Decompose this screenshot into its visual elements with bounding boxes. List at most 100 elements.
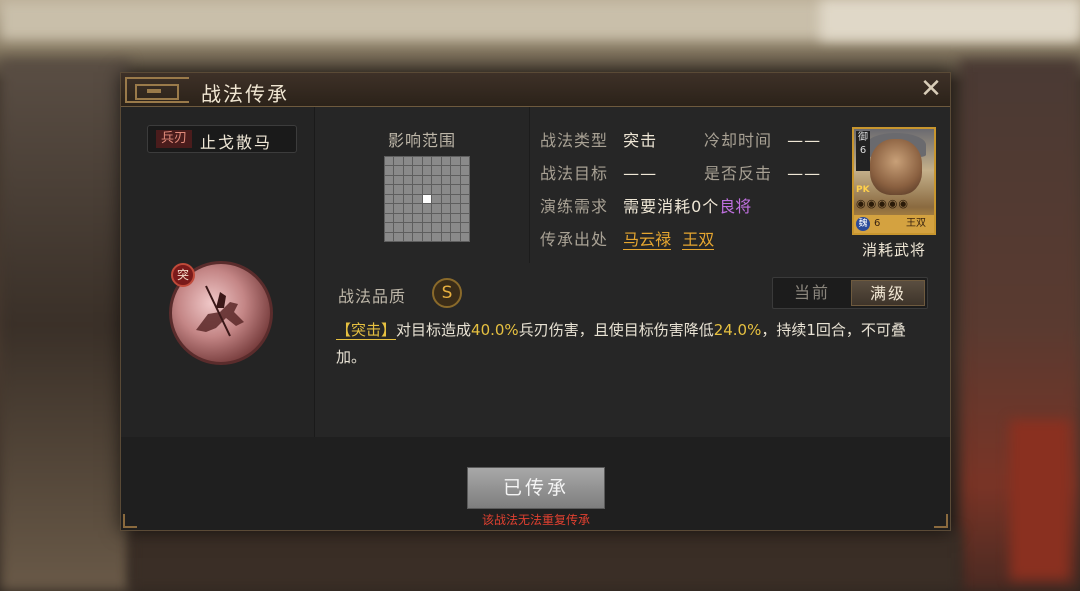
toggle-current[interactable]: 当前: [775, 280, 849, 306]
faction-badge: 魏: [856, 217, 870, 231]
range-cell: [460, 166, 469, 175]
range-cell: [394, 157, 403, 166]
source-general-1[interactable]: 马云禄: [623, 230, 672, 250]
skill-name-box: 兵刃 止戈散马: [147, 125, 297, 153]
type-value: 突击: [623, 131, 658, 150]
counter-key: 是否反击: [704, 164, 773, 183]
range-cell: [422, 232, 432, 241]
general-level: 6: [874, 218, 881, 229]
range-cell: [451, 157, 460, 166]
range-cell: [385, 185, 394, 194]
range-cell: [403, 157, 413, 166]
range-grid: [384, 156, 470, 242]
range-cell: [441, 157, 451, 166]
range-cell: [441, 204, 451, 213]
range-cell: [460, 213, 469, 223]
range-cell: [403, 175, 413, 185]
range-cell: [385, 232, 394, 241]
range-cell: [403, 194, 413, 204]
background-right-banner: [1010, 420, 1070, 580]
range-target-cell: [422, 194, 432, 204]
range-cell: [394, 175, 403, 185]
range-cell: [403, 166, 413, 175]
range-cell: [460, 204, 469, 213]
range-cell: [451, 223, 460, 232]
type-key: 战法类型: [540, 131, 609, 150]
range-cell: [432, 204, 441, 213]
desc-part-1: 对目标造成: [396, 321, 472, 339]
range-cell: [403, 223, 413, 232]
range-cell: [441, 175, 451, 185]
range-cell: [422, 223, 432, 232]
range-cell: [441, 185, 451, 194]
info-row-cooldown: 冷却时间 ——: [704, 127, 821, 151]
range-cell: [403, 232, 413, 241]
range-cell: [441, 232, 451, 241]
range-cell: [413, 185, 422, 194]
range-cell: [451, 204, 460, 213]
corner-ornament-icon: [123, 514, 137, 528]
range-cell: [460, 223, 469, 232]
range-cell: [394, 204, 403, 213]
range-cell: [432, 157, 441, 166]
close-button[interactable]: ✕: [918, 76, 944, 103]
info-row-target: 战法目标 ——: [540, 160, 657, 184]
general-stars: ◉◉◉◉◉: [856, 197, 909, 210]
practice-highlight: 良将: [719, 197, 752, 216]
range-cell: [451, 185, 460, 194]
range-cell: [403, 185, 413, 194]
range-cell: [441, 223, 451, 232]
range-cell: [394, 166, 403, 175]
cooldown-key: 冷却时间: [704, 131, 773, 150]
range-cell: [460, 175, 469, 185]
range-cell: [432, 232, 441, 241]
range-panel: 影响范围: [316, 107, 528, 263]
desc-value-1: 40.0%: [471, 321, 519, 339]
range-cell: [385, 175, 394, 185]
weapon-type-tag: 兵刃: [156, 130, 192, 148]
counter-value: ——: [787, 164, 822, 183]
background-bottom: [130, 530, 960, 591]
corner-ornament-icon: [934, 514, 948, 528]
inherited-button[interactable]: 已传承: [467, 467, 605, 509]
range-cell: [451, 213, 460, 223]
source-general-2[interactable]: 王双: [682, 230, 715, 250]
skill-inherit-dialog: 战法传承 ✕ 兵刃 止戈散马 突 影响范围 战法类型 突击 冷却时间 —— 战法…: [120, 72, 951, 531]
toggle-max-level[interactable]: 满级: [851, 280, 925, 306]
dialog-footer: 已传承 该战法无法重复传承: [121, 437, 950, 530]
range-cell: [394, 232, 403, 241]
range-cell: [432, 194, 441, 204]
desc-tag: 【突击】: [336, 321, 397, 340]
source-key: 传承出处: [540, 230, 609, 249]
consume-general-card[interactable]: 御6 PK ◉◉◉◉◉ 6 王双 魏: [852, 127, 936, 235]
desc-value-2: 24.0%: [713, 321, 762, 339]
range-cell: [385, 166, 394, 175]
inherit-warning: 该战法无法重复传承: [481, 513, 590, 527]
range-cell: [441, 194, 451, 204]
info-row-type: 战法类型 突击: [540, 127, 657, 151]
range-cell: [394, 194, 403, 204]
range-cell: [432, 223, 441, 232]
range-cell: [385, 204, 394, 213]
dialog-title: 战法传承: [201, 82, 289, 106]
range-cell: [422, 213, 432, 223]
range-cell: [385, 223, 394, 232]
range-cell: [451, 232, 460, 241]
skill-info-panel: 战法类型 突击 冷却时间 —— 战法目标 —— 是否反击 —— 演练需求 需要消…: [529, 107, 950, 263]
quality-label: 战法品质: [338, 287, 407, 306]
range-cell: [422, 157, 432, 166]
range-label: 影响范围: [388, 131, 457, 150]
range-cell: [460, 157, 469, 166]
range-cell: [460, 232, 469, 241]
range-cell: [432, 213, 441, 223]
range-cell: [451, 166, 460, 175]
range-cell: [460, 194, 469, 204]
range-cell: [403, 204, 413, 213]
background-top-right: [820, 0, 1080, 40]
range-cell: [394, 213, 403, 223]
target-key: 战法目标: [540, 164, 609, 183]
range-cell: [413, 194, 422, 204]
quality-badge: S: [432, 278, 462, 308]
range-cell: [413, 223, 422, 232]
info-row-practice: 演练需求 需要消耗0个良将: [540, 193, 751, 217]
